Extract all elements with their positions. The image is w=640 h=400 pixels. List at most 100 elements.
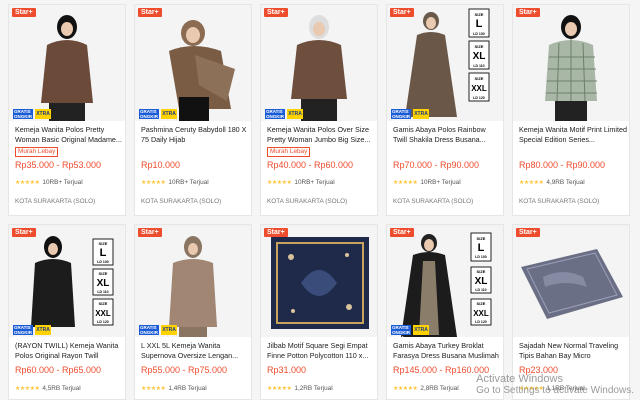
star-plus-badge: Star+	[516, 8, 540, 17]
free-shipping-badge: GRATIS ONGKIR XTRA	[13, 109, 33, 121]
free-shipping-badge: GRATIS ONGKIR XTRA	[391, 109, 411, 121]
sold-count: 1,2RB Terjual	[294, 385, 333, 392]
svg-text:XL: XL	[97, 278, 110, 289]
product-title[interactable]: Kemeja Wanita Motif Print Limited Specia…	[519, 125, 627, 145]
product-image[interactable]: SIZE L LD 100 SIZE XL LD 110 SIZE XXL LD…	[387, 225, 503, 337]
sold-count: 1,4RB Terjual	[168, 385, 207, 392]
product-card[interactable]: Star+ GRATIS ONGKIR XTRA XTRA Pashmina C…	[134, 4, 252, 216]
product-title[interactable]: Jilbab Motif Square Segi Empat Finne Pot…	[267, 341, 375, 361]
product-grid: Star+ GRATIS ONGKIR XTRA XTRA Kemeja Wan…	[8, 4, 632, 400]
product-image[interactable]: Star+	[513, 225, 629, 337]
xtra-badge: XTRA	[413, 325, 429, 335]
svg-text:XXL: XXL	[95, 309, 111, 318]
product-price: Rp60.000 - Rp65.000	[15, 365, 102, 375]
product-card[interactable]: Star+ Jilbab Motif Square Segi Empat Fin…	[260, 224, 378, 400]
svg-text:XL: XL	[475, 276, 488, 287]
product-image[interactable]: Star+	[513, 5, 629, 121]
svg-text:LD 100: LD 100	[475, 255, 487, 259]
product-location: KOTA SURAKARTA (SOLO)	[519, 198, 600, 205]
product-title[interactable]: Gamis Abaya Polos Rainbow Twill Shakila …	[393, 125, 501, 145]
watermark-title: Activate Windows	[476, 373, 563, 385]
product-rating: ★★★★★ 2,8RB Terjual	[393, 385, 459, 392]
star-plus-badge: Star+	[390, 8, 414, 17]
model-brown-oversize-shirt-image	[261, 5, 377, 121]
free-shipping-badge: GRATIS ONGKIR XTRA	[265, 109, 285, 121]
product-image[interactable]: SIZE L LD 100 SIZE XL LD 110 SIZE XXL LD…	[9, 225, 125, 337]
product-price: Rp70.000 - Rp90.000	[393, 160, 480, 170]
model-brown-shirt-image	[9, 5, 125, 121]
product-price: Rp35.000 - Rp53.000	[15, 160, 102, 170]
activate-windows-watermark: Activate Windows Go to Settings to activ…	[476, 373, 634, 397]
product-location: KOTA SURAKARTA (SOLO)	[141, 198, 222, 205]
product-title[interactable]: L XXL 5L Kemeja Wanita Supernova Oversiz…	[141, 341, 249, 361]
square-scarf-image	[261, 227, 377, 337]
xtra-badge: XTRA	[35, 109, 51, 119]
model-abaya-turkey-image: SIZE L LD 100 SIZE XL LD 110 SIZE XXL LD…	[387, 227, 503, 337]
sold-count: 4,9RB Terjual	[546, 179, 585, 186]
star-rating-icon: ★★★★★	[141, 386, 166, 392]
product-title[interactable]: Pashmina Ceruty Babydoll 180 X 75 Daily …	[141, 125, 249, 145]
svg-text:L: L	[100, 247, 107, 259]
star-plus-badge: Star+	[264, 8, 288, 17]
sold-count: 2,8RB Terjual	[420, 385, 459, 392]
product-image[interactable]: SIZE L LD 100 SIZE XL LD 110 SIZE XXL LD…	[387, 5, 503, 121]
product-card[interactable]: Star+ Kemeja Wanita Motif Print Limited …	[512, 4, 630, 216]
product-image[interactable]: Star+	[261, 225, 377, 337]
star-plus-badge: Star+	[12, 228, 36, 237]
promo-badges: GRATIS ONGKIR XTRA XTRA	[391, 109, 429, 121]
svg-text:LD 110: LD 110	[475, 288, 486, 292]
product-card[interactable]: Star+ GRATIS ONGKIR XTRA XTRA L XXL 5L K…	[134, 224, 252, 400]
prayer-mat-image	[513, 227, 629, 337]
sold-count: 10RB+ Terjual	[294, 179, 335, 186]
svg-text:XXL: XXL	[473, 309, 489, 318]
sold-count: 4,5RB Terjual	[42, 385, 81, 392]
xtra-badge: XTRA	[161, 109, 177, 119]
model-abaya-size-chart-image: SIZE L LD 100 SIZE XL LD 110 SIZE XXL LD…	[387, 5, 503, 121]
promo-badges: GRATIS ONGKIR XTRA XTRA	[265, 109, 303, 121]
product-title[interactable]: (RAYON TWILL) Kemeja Wanita Polos Origin…	[15, 341, 123, 361]
product-image[interactable]: Star+ GRATIS ONGKIR XTRA XTRA	[135, 225, 251, 337]
promo-badges: GRATIS ONGKIR XTRA XTRA	[139, 109, 177, 121]
star-rating-icon: ★★★★★	[15, 180, 40, 186]
product-card[interactable]: Star+ GRATIS ONGKIR XTRA XTRA Kemeja Wan…	[260, 4, 378, 216]
free-shipping-badge: GRATIS ONGKIR XTRA	[139, 325, 159, 337]
product-title[interactable]: Sajadah New Normal Traveling Tipis Bahan…	[519, 341, 627, 361]
promo-badges: GRATIS ONGKIR XTRA XTRA	[391, 325, 429, 337]
star-rating-icon: ★★★★★	[141, 180, 166, 186]
star-plus-badge: Star+	[390, 228, 414, 237]
product-image[interactable]: Star+ GRATIS ONGKIR XTRA XTRA	[261, 5, 377, 121]
product-title[interactable]: Kemeja Wanita Polos Pretty Woman Basic O…	[15, 125, 123, 145]
product-card[interactable]: SIZE L LD 100 SIZE XL LD 110 SIZE XXL LD…	[386, 4, 504, 216]
svg-text:SIZE: SIZE	[99, 301, 108, 306]
model-pashmina-image	[135, 5, 251, 121]
free-shipping-badge: GRATIS ONGKIR XTRA	[391, 325, 411, 337]
svg-text:LD 110: LD 110	[97, 290, 108, 294]
product-rating: ★★★★★ 10RB+ Terjual	[267, 179, 335, 186]
product-rating: ★★★★★ 10RB+ Terjual	[15, 179, 83, 186]
star-rating-icon: ★★★★★	[267, 386, 292, 392]
free-shipping-badge: GRATIS ONGKIR XTRA	[13, 325, 33, 337]
product-image[interactable]: Star+ GRATIS ONGKIR XTRA XTRA	[9, 5, 125, 121]
star-plus-badge: Star+	[264, 228, 288, 237]
product-location: KOTA SURAKARTA (SOLO)	[267, 198, 348, 205]
star-rating-icon: ★★★★★	[267, 180, 292, 186]
svg-text:SIZE: SIZE	[475, 44, 484, 49]
product-card[interactable]: SIZE L LD 100 SIZE XL LD 110 SIZE XXL LD…	[8, 224, 126, 400]
product-title[interactable]: Kemeja Wanita Polos Over Size Pretty Wom…	[267, 125, 375, 145]
svg-text:SIZE: SIZE	[475, 76, 484, 81]
star-plus-badge: Star+	[138, 8, 162, 17]
svg-text:SIZE: SIZE	[99, 241, 108, 246]
product-card[interactable]: Star+ GRATIS ONGKIR XTRA XTRA Kemeja Wan…	[8, 4, 126, 216]
product-image[interactable]: Star+ GRATIS ONGKIR XTRA XTRA	[135, 5, 251, 121]
svg-text:XL: XL	[473, 51, 486, 62]
product-price: Rp40.000 - Rp60.000	[267, 160, 354, 170]
watermark-subtitle: Go to Settings to activate Windows.	[476, 385, 634, 396]
star-plus-badge: Star+	[138, 228, 162, 237]
product-title[interactable]: Gamis Abaya Turkey Broklat Farasya Dress…	[393, 341, 501, 361]
svg-text:SIZE: SIZE	[477, 301, 486, 306]
svg-text:LD 100: LD 100	[473, 32, 485, 36]
product-rating: ★★★★★ 1,2RB Terjual	[267, 385, 333, 392]
promo-badges: GRATIS ONGKIR XTRA XTRA	[13, 109, 51, 121]
promo-badges: GRATIS ONGKIR XTRA XTRA	[13, 325, 51, 337]
star-plus-badge: Star+	[12, 8, 36, 17]
